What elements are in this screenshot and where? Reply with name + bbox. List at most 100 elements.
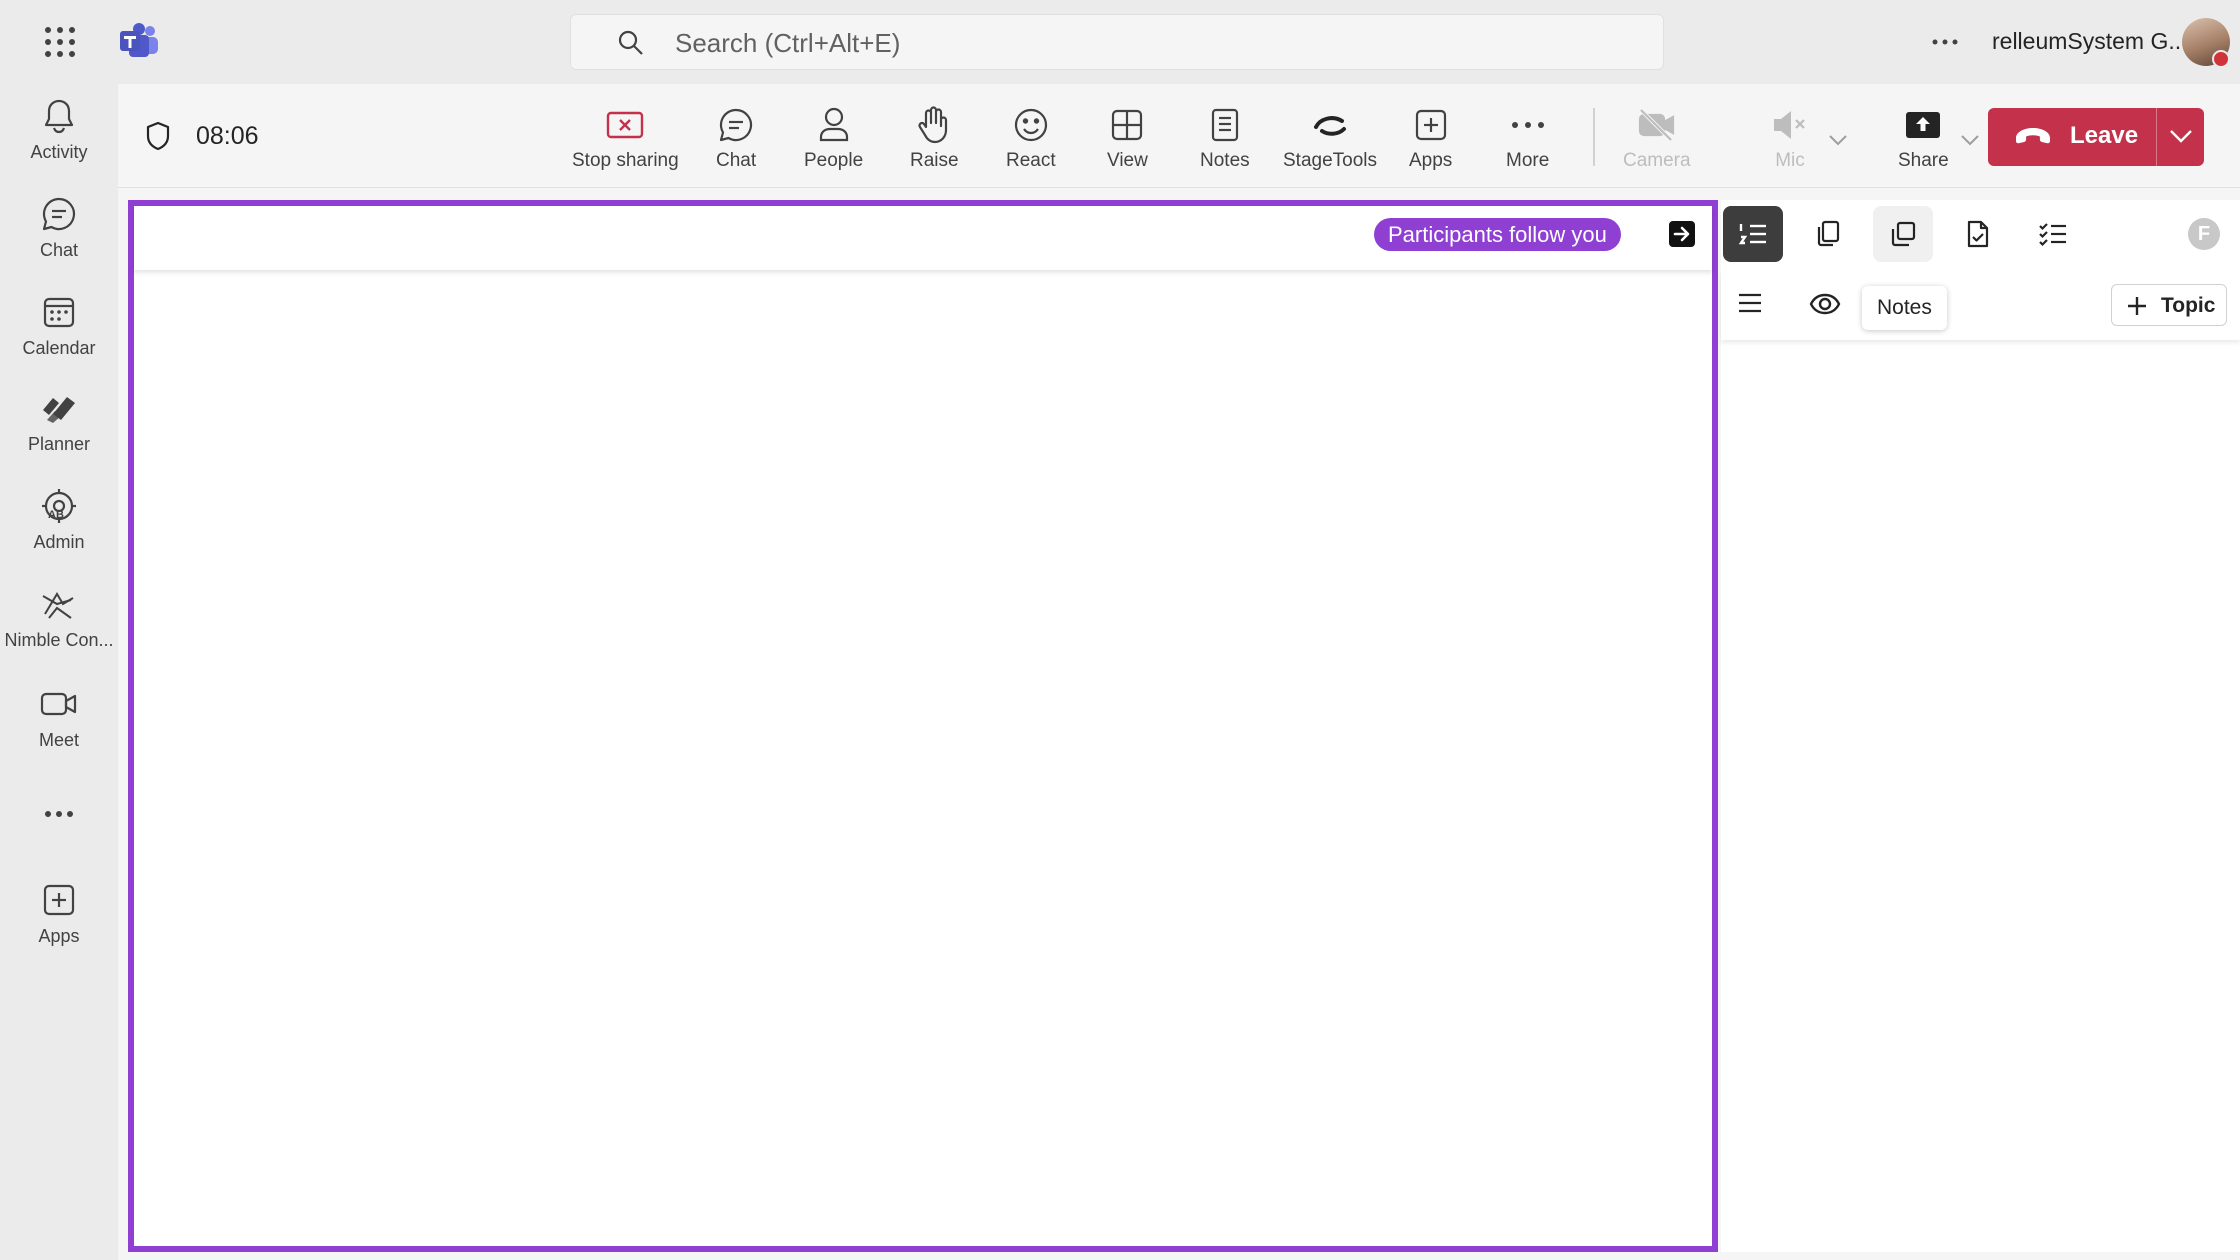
more-button[interactable]: More xyxy=(1506,102,1549,182)
rail-item-planner[interactable]: Planner xyxy=(0,386,118,476)
rail-label: Planner xyxy=(27,434,91,454)
participants-follow-badge[interactable]: Participants follow you xyxy=(1374,218,1621,251)
share-button[interactable]: Share xyxy=(1898,102,1949,182)
search-box[interactable] xyxy=(570,14,1664,70)
tab-tasks[interactable] xyxy=(2023,206,2083,262)
shield-icon[interactable] xyxy=(144,120,172,152)
chevron-down-icon[interactable] xyxy=(1828,134,1848,146)
toolbar-divider xyxy=(1593,108,1595,166)
rail-more[interactable] xyxy=(0,794,118,834)
notes-button[interactable]: Notes xyxy=(1200,102,1250,182)
toolbar-label: Mic xyxy=(1775,150,1805,171)
meeting-timer: 08:06 xyxy=(196,122,259,150)
tab-agenda[interactable] xyxy=(1723,206,1783,262)
search-input[interactable] xyxy=(675,25,1575,61)
toolbar-label: Raise xyxy=(910,150,959,171)
app-launcher-icon[interactable] xyxy=(43,25,77,59)
toolbar-label: Chat xyxy=(716,150,757,171)
title-bar: relleumSystem G... xyxy=(0,0,2240,84)
mic-muted-icon xyxy=(1770,102,1810,148)
leave-button[interactable]: Leave xyxy=(1988,108,2204,166)
raise-button[interactable]: Raise xyxy=(910,102,959,182)
people-button[interactable]: People xyxy=(804,102,863,182)
rail-item-admin[interactable]: AB Admin xyxy=(0,484,118,574)
chevron-down-icon[interactable] xyxy=(2168,126,2194,146)
meeting-toolbar: 08:06 Stop sharing Chat People Raise Rea… xyxy=(118,84,2240,188)
video-icon xyxy=(39,682,79,726)
smiley-icon xyxy=(1012,102,1050,148)
stagetools-button[interactable]: StageTools xyxy=(1283,102,1377,182)
user-name[interactable]: relleumSystem G... xyxy=(1992,28,2188,55)
rail-item-chat[interactable]: Chat xyxy=(0,192,118,282)
tab-pages[interactable] xyxy=(1798,206,1858,262)
shared-stage[interactable]: Participants follow you xyxy=(128,200,1718,1252)
exit-presenter-icon[interactable] xyxy=(1668,220,1696,248)
toolbar-label: People xyxy=(804,150,864,171)
avatar[interactable]: F xyxy=(2188,218,2220,250)
rail-label: Admin xyxy=(33,532,85,552)
toolbar-label: Apps xyxy=(1409,150,1453,171)
more-icon xyxy=(1511,102,1545,148)
chevron-down-icon[interactable] xyxy=(1960,134,1980,146)
people-icon xyxy=(816,102,852,148)
chat-button[interactable]: Chat xyxy=(716,102,756,182)
toolbar-label: Camera xyxy=(1623,150,1691,171)
agenda-list-icon xyxy=(1738,221,1768,247)
more-options-icon[interactable] xyxy=(1930,22,1960,62)
rail-label: Apps xyxy=(38,926,80,946)
rail-item-apps[interactable]: Apps xyxy=(0,878,118,968)
planner-icon xyxy=(39,386,79,430)
svg-text:AB: AB xyxy=(48,509,64,521)
stagetools-icon xyxy=(1310,102,1350,148)
stop-sharing-icon xyxy=(605,102,645,148)
stop-sharing-button[interactable]: Stop sharing xyxy=(572,102,679,182)
bell-icon xyxy=(41,94,77,138)
rail-label: Calendar xyxy=(22,338,96,358)
mic-button[interactable]: Mic xyxy=(1770,102,1810,182)
panel-tab-bar: F xyxy=(1721,200,2240,270)
rail-label: Chat xyxy=(39,240,79,260)
toolbar-label: More xyxy=(1506,150,1550,171)
view-button[interactable]: View xyxy=(1107,102,1148,182)
pages-icon xyxy=(1815,220,1841,248)
add-apps-icon xyxy=(1413,102,1449,148)
add-topic-button[interactable]: Topic xyxy=(2111,284,2227,326)
search-icon xyxy=(617,29,645,57)
presence-badge xyxy=(2212,50,2230,68)
notes-side-panel: F Notes Topic xyxy=(1721,200,2240,1252)
rail-item-calendar[interactable]: Calendar xyxy=(0,290,118,380)
rail-label: Nimble Con... xyxy=(4,630,114,650)
rail-item-nimble[interactable]: Nimble Con... xyxy=(0,582,118,672)
chat-icon xyxy=(40,192,78,236)
toolbar-label: Stop sharing xyxy=(572,150,679,171)
notes-tooltip: Notes xyxy=(1862,286,1947,330)
leave-label: Leave xyxy=(2070,122,2139,149)
grid-view-icon xyxy=(1109,102,1145,148)
add-apps-icon xyxy=(41,878,77,922)
hamburger-menu-icon[interactable] xyxy=(1737,292,1763,314)
chat-icon xyxy=(717,102,755,148)
calendar-icon xyxy=(41,290,77,334)
eye-icon[interactable] xyxy=(1809,292,1841,316)
tab-notes[interactable] xyxy=(1873,206,1933,262)
stage-header: Participants follow you xyxy=(134,206,1712,270)
notes-copy-icon xyxy=(1889,220,1917,248)
app-rail: Activity Chat Calendar Planner AB Admin … xyxy=(0,84,118,1260)
raise-hand-icon xyxy=(916,102,952,148)
toolbar-label: Share xyxy=(1898,150,1949,171)
rail-item-activity[interactable]: Activity xyxy=(0,94,118,184)
rail-label: Meet xyxy=(38,730,80,750)
meeting-window: 08:06 Stop sharing Chat People Raise Rea… xyxy=(118,84,2240,1260)
teams-logo-icon xyxy=(118,22,160,60)
camera-button[interactable]: Camera xyxy=(1623,102,1691,182)
toolbar-label: Notes xyxy=(1200,150,1250,171)
rail-item-meet[interactable]: Meet xyxy=(0,682,118,772)
apps-button[interactable]: Apps xyxy=(1409,102,1452,182)
more-icon xyxy=(44,794,74,834)
react-button[interactable]: React xyxy=(1006,102,1056,182)
topic-label: Topic xyxy=(2161,294,2216,317)
notes-icon xyxy=(1209,102,1241,148)
panel-toolbar: Notes Topic xyxy=(1721,270,2240,340)
tab-document[interactable] xyxy=(1948,206,2008,262)
plus-icon xyxy=(2126,295,2148,317)
